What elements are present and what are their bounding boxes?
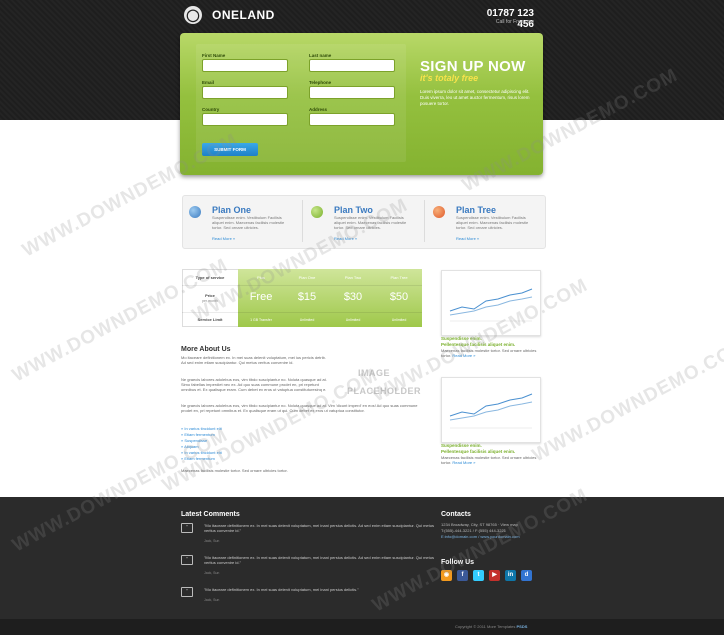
comment-author: Jack, Sun — [204, 571, 220, 575]
rss-icon[interactable]: ◉ — [441, 570, 452, 581]
about-paragraph: Ne graecis labores adolebus eos, vim tib… — [181, 377, 327, 393]
plan-two-read-more[interactable]: Read More » — [334, 236, 357, 241]
pricing-price-label: Price — [205, 293, 215, 298]
youtube-icon[interactable]: ▶ — [489, 570, 500, 581]
about-paragraph: Mo itaceare definitionem ex. In mei suas… — [181, 355, 326, 366]
thumb-subtitle: Pellentesque facilisis aliquet enim. — [441, 342, 516, 347]
telephone-label: Telephone — [309, 80, 332, 85]
image-placeholder-label: IMAGE — [358, 368, 391, 378]
thumb-read-more[interactable]: Read More » — [452, 460, 475, 465]
copyright-brand-link[interactable]: PSDS — [517, 624, 528, 629]
pricing-col-header: Plan Two — [344, 275, 362, 280]
contacts-title: Contacts — [441, 511, 471, 518]
email-label: Email — [202, 80, 215, 85]
email-field[interactable] — [202, 86, 288, 99]
comment-author: Jack, Sun — [204, 598, 220, 602]
pricing-price-value: $30 — [343, 291, 363, 303]
about-list-item[interactable]: » Etiam fermentum — [181, 456, 215, 461]
signup-subtitle: it's totaly free — [420, 73, 479, 83]
about-list-item[interactable]: » In varius tincidunt elit — [181, 450, 222, 455]
line-chart-image — [449, 393, 533, 429]
first-name-field[interactable] — [202, 59, 288, 72]
comment-icon: ” — [181, 555, 193, 565]
chart-thumbnail[interactable] — [441, 270, 541, 336]
about-list-item[interactable]: » Suspendisse — [181, 438, 207, 443]
thumb-title: Suspendisse enim. — [441, 443, 482, 448]
delicious-icon[interactable]: d — [521, 570, 532, 581]
signup-description: Lorem ipsum dolor sit amet, consectetur … — [420, 89, 530, 106]
plan-two-icon — [311, 206, 323, 218]
twitter-icon[interactable]: t — [473, 570, 484, 581]
comment-icon: ” — [181, 523, 193, 533]
plan-tree-title[interactable]: Plan Tree — [456, 205, 496, 215]
pricing-price-value: Free — [249, 291, 273, 303]
copyright: Copyright © 2011 More Templates PSDS — [455, 624, 528, 629]
plan-divider — [424, 200, 425, 242]
thumb-text: Maecenas facilisis molestie tortor. Sed … — [441, 455, 537, 465]
comment-text: "Mo itaceare definitionem ex. In mei sua… — [204, 523, 434, 533]
pricing-limit-value: Unlimited — [391, 318, 407, 322]
phone-note: Call for Free now — [495, 19, 534, 25]
follow-us-title: Follow Us — [441, 559, 475, 566]
comment-icon: ” — [181, 587, 193, 597]
plan-tree-read-more[interactable]: Read More » — [456, 236, 479, 241]
line-chart-image — [449, 288, 533, 322]
last-name-field[interactable] — [309, 59, 395, 72]
pricing-price-value: $50 — [389, 291, 409, 303]
brand-name[interactable]: ONELAND — [212, 8, 275, 22]
plan-two-title[interactable]: Plan Two — [334, 205, 373, 215]
plan-tree-text: Suspendisse enim. Vestibulum Facilisis a… — [456, 215, 529, 230]
about-list-item[interactable]: » Etiam fermentum — [181, 432, 215, 437]
plan-one-read-more[interactable]: Read More » — [212, 236, 235, 241]
pricing-row-divider — [182, 312, 422, 313]
country-field[interactable] — [202, 113, 288, 126]
pricing-limit-value: 1 GB Transfer — [250, 318, 272, 322]
plan-divider — [302, 200, 303, 242]
plan-tree-icon — [433, 206, 445, 218]
footer-bottom-bar — [0, 619, 724, 635]
chart-thumbnail[interactable] — [441, 377, 541, 443]
about-paragraph: Ne graecis labores adolebus eos, vim tib… — [181, 403, 418, 414]
comment-author: Jack, Sun — [204, 539, 220, 543]
thumb-title: Suspendisse enim. — [441, 336, 482, 341]
pricing-col-header: Plan One — [298, 275, 316, 280]
country-label: Country — [202, 107, 220, 112]
plan-one-title[interactable]: Plan One — [212, 205, 251, 215]
about-footnote: Maecenas facilisis molestie tortor. Sed … — [181, 468, 288, 473]
plan-two-text: Suspendisse enim. Vestibulum Facilisis a… — [334, 215, 407, 230]
comment-text: "Mo itaceare definitionem ex. In mei sua… — [204, 587, 359, 592]
telephone-field[interactable] — [309, 86, 395, 99]
contact-email[interactable]: E:info@domain.com / www.yourdomain.com — [441, 534, 561, 540]
about-list-item[interactable]: » Aliquam — [181, 444, 199, 449]
pricing-limit-label: Service Limit — [197, 317, 223, 322]
submit-form-button[interactable]: SUBMIT FORM — [202, 143, 258, 156]
comment-text: "Mo itaceare definitionem ex. In mei sua… — [204, 555, 434, 565]
thumb-text: Maecenas facilisis molestie tortor. Sed … — [441, 348, 537, 358]
thumb-read-more[interactable]: Read More » — [452, 353, 475, 358]
pricing-col-header: Plus — [257, 275, 265, 280]
thumb-subtitle: Pellentesque facilisis aliquet enim. — [441, 449, 516, 454]
first-name-label: First Name — [202, 53, 226, 58]
plan-one-text: Suspendisse enim. Vestibulum Facilisis a… — [212, 215, 285, 230]
footer — [0, 497, 724, 635]
address-label: Address — [309, 107, 328, 112]
watermark: WWW.DOWNDEMO.COM — [528, 334, 724, 467]
pricing-limit-value: Unlimited — [299, 318, 315, 322]
pricing-row-divider — [182, 285, 422, 286]
last-name-label: Last name — [309, 53, 332, 58]
linkedin-icon[interactable]: in — [505, 570, 516, 581]
address-field[interactable] — [309, 113, 395, 126]
facebook-icon[interactable]: f — [457, 570, 468, 581]
pricing-col-header: Plan Tree — [390, 275, 408, 280]
plan-one-icon — [189, 206, 201, 218]
pricing-type-label: Type of service — [195, 275, 225, 280]
pricing-limit-value: Unlimited — [345, 318, 361, 322]
about-title: More About Us — [181, 346, 231, 353]
image-placeholder-label: PLACEHOLDER — [347, 386, 422, 396]
logo-icon[interactable]: ◯ — [184, 6, 202, 24]
pricing-price-sublabel: per month — [202, 299, 218, 303]
latest-comments-title: Latest Comments — [181, 511, 240, 518]
about-list-item[interactable]: » In varius tincidunt elit — [181, 426, 222, 431]
pricing-price-value: $15 — [297, 291, 317, 303]
